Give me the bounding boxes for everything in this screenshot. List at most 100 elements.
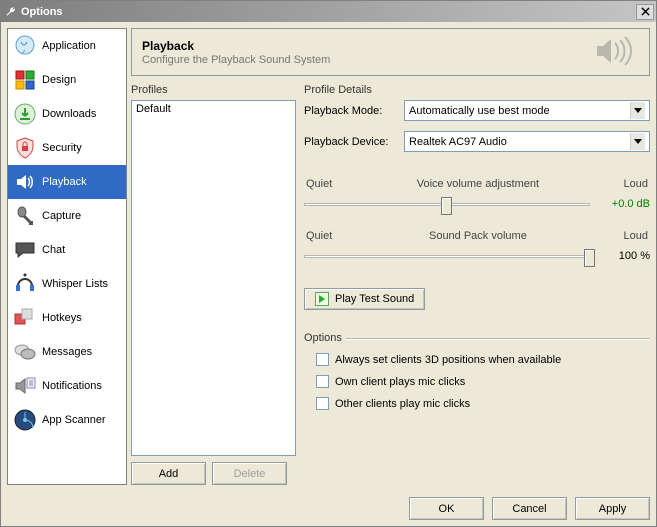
sidebar-item-application[interactable]: Application [8,29,126,63]
voice-volume-thumb[interactable] [441,197,452,215]
microphone-icon [12,203,38,229]
sound-pack-title: Sound Pack volume [332,230,623,242]
page-subtitle: Configure the Playback Sound System [142,54,330,66]
delete-profile-button: Delete [212,462,287,485]
playback-mode-select[interactable]: Automatically use best mode [404,100,650,121]
close-button[interactable] [636,4,654,20]
voice-volume-slider-row: +0.0 dB [304,194,650,214]
profile-details-label: Profile Details [304,82,650,100]
option-own-mic-label: Own client plays mic clicks [335,376,465,388]
slider-quiet-label: Quiet [306,230,332,242]
profiles-section: Profiles Default Add Delete [131,82,296,485]
option-other-mic-label: Other clients play mic clicks [335,398,470,410]
hotkey-icon [12,305,38,331]
voice-volume-title: Voice volume adjustment [332,178,623,190]
option-always-3d[interactable]: Always set clients 3D positions when ava… [304,353,650,366]
titlebar: Options [1,1,656,22]
messages-icon [12,339,38,365]
profiles-list[interactable]: Default [131,100,296,456]
add-profile-button[interactable]: Add [131,462,206,485]
cancel-button[interactable]: Cancel [492,497,567,520]
apply-button[interactable]: Apply [575,497,650,520]
sidebar: Application Design Downloads Security Pl… [7,28,127,485]
main-panel: Playback Configure the Playback Sound Sy… [131,28,650,485]
sound-pack-thumb[interactable] [584,249,595,267]
sidebar-item-label: Chat [42,244,65,256]
notification-icon [12,373,38,399]
sidebar-item-label: Notifications [42,380,102,392]
playback-device-value: Realtek AC97 Audio [409,136,507,148]
headset-icon [12,271,38,297]
wrench-icon [5,6,17,18]
chevron-down-icon [630,133,645,150]
slider-quiet-label: Quiet [306,178,332,190]
profile-details-section: Profile Details Playback Mode: Automatic… [304,82,650,485]
sidebar-item-label: Playback [42,176,87,188]
content: Profiles Default Add Delete Profile Deta… [131,76,650,485]
voice-volume-value: +0.0 dB [598,198,650,210]
playback-mode-label: Playback Mode: [304,105,404,117]
profiles-label: Profiles [131,82,296,100]
playback-device-label: Playback Device: [304,136,404,148]
chevron-down-icon [630,102,645,119]
sidebar-item-design[interactable]: Design [8,63,126,97]
checkbox-icon[interactable] [316,375,329,388]
voice-bubble-icon [12,33,38,59]
voice-volume-block: Quiet Voice volume adjustment Loud +0.0 … [304,178,650,214]
options-window: Options Application Design Downloads Sec… [0,0,657,527]
sound-pack-slider[interactable] [304,246,590,266]
speaker-icon [12,169,38,195]
sidebar-item-label: Whisper Lists [42,278,108,290]
play-test-label: Play Test Sound [335,293,414,305]
sidebar-item-label: Messages [42,346,92,358]
sidebar-item-capture[interactable]: Capture [8,199,126,233]
sidebar-item-chat[interactable]: Chat [8,233,126,267]
sidebar-item-whisper-lists[interactable]: Whisper Lists [8,267,126,301]
color-swatch-icon [12,67,38,93]
play-test-sound-button[interactable]: Play Test Sound [304,288,425,310]
options-title-text: Options [304,332,342,344]
sidebar-item-playback[interactable]: Playback [8,165,126,199]
profiles-buttons: Add Delete [131,462,296,485]
play-icon [315,292,329,306]
page-title: Playback [142,39,330,53]
playback-device-select[interactable]: Realtek AC97 Audio [404,131,650,152]
option-other-mic-clicks[interactable]: Other clients play mic clicks [304,397,650,410]
sidebar-item-app-scanner[interactable]: App Scanner [8,403,126,437]
sound-pack-slider-row: 100 % [304,246,650,266]
sidebar-item-notifications[interactable]: Notifications [8,369,126,403]
checkbox-icon[interactable] [316,353,329,366]
sidebar-item-label: Application [42,40,96,52]
option-always-3d-label: Always set clients 3D positions when ava… [335,354,561,366]
sidebar-item-hotkeys[interactable]: Hotkeys [8,301,126,335]
slider-loud-label: Loud [624,230,648,242]
speaker-header-icon [595,36,639,69]
sidebar-item-security[interactable]: Security [8,131,126,165]
window-title: Options [21,6,636,18]
sidebar-item-label: Hotkeys [42,312,82,324]
sound-pack-labels: Quiet Sound Pack volume Loud [304,230,650,242]
sidebar-item-label: Downloads [42,108,96,120]
checkbox-icon[interactable] [316,397,329,410]
sidebar-item-label: App Scanner [42,414,106,426]
sidebar-item-label: Capture [42,210,81,222]
group-divider [346,338,650,339]
page-header-text: Playback Configure the Playback Sound Sy… [142,39,330,66]
chat-bubble-icon [12,237,38,263]
options-group-title: Options [304,332,650,344]
sidebar-item-downloads[interactable]: Downloads [8,97,126,131]
sidebar-item-messages[interactable]: Messages [8,335,126,369]
voice-volume-slider[interactable] [304,194,590,214]
sidebar-item-label: Design [42,74,76,86]
playback-device-row: Playback Device: Realtek AC97 Audio [304,131,650,152]
profile-item[interactable]: Default [132,101,295,117]
option-own-mic-clicks[interactable]: Own client plays mic clicks [304,375,650,388]
scanner-icon [12,407,38,433]
playback-mode-value: Automatically use best mode [409,105,550,117]
slider-loud-label: Loud [624,178,648,190]
ok-button[interactable]: OK [409,497,484,520]
download-icon [12,101,38,127]
dialog-footer: OK Cancel Apply [1,491,656,526]
sidebar-item-label: Security [42,142,82,154]
page-header: Playback Configure the Playback Sound Sy… [131,28,650,76]
